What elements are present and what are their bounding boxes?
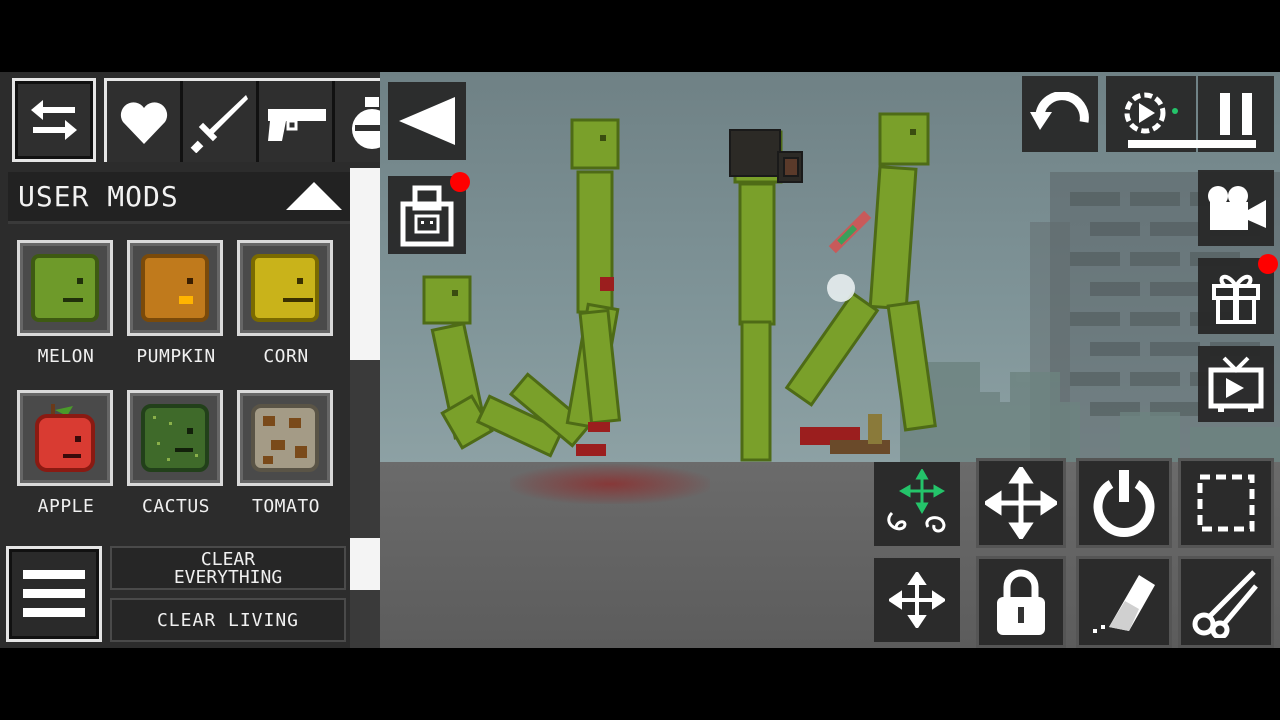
item-corn[interactable]: CORN [228, 232, 338, 382]
pumpkin-thumbnail [127, 240, 223, 336]
pan-button[interactable] [874, 558, 960, 642]
menu-button[interactable] [6, 546, 102, 642]
undo-icon [1030, 92, 1089, 130]
drag-mode-icon [887, 469, 946, 533]
apple-thumbnail [17, 390, 113, 486]
shop-notification-dot [450, 172, 470, 192]
melon-icon [31, 254, 99, 322]
move-button[interactable] [976, 458, 1066, 548]
back-triangle-icon [399, 97, 455, 145]
hamburger-icon [23, 570, 85, 617]
camera-button[interactable] [1198, 170, 1274, 246]
tv-icon [1208, 356, 1264, 412]
sword-icon [190, 95, 248, 153]
apple-icon [35, 404, 95, 472]
item-label: CACTUS [141, 496, 211, 517]
tab-melee[interactable] [183, 81, 259, 162]
pumpkin-icon [141, 254, 209, 322]
tv-button[interactable] [1198, 346, 1274, 422]
game-screen: USER MODS MELON PUMPKIN CORN APPLE CACTU… [0, 72, 1280, 648]
back-button[interactable] [388, 82, 466, 160]
category-tabs [104, 78, 380, 162]
time-scale-bar[interactable] [1128, 140, 1256, 148]
corn-thumbnail [237, 240, 333, 336]
item-pumpkin[interactable]: PUMPKIN [118, 232, 228, 382]
tab-explosives[interactable] [335, 81, 380, 162]
heart-icon [120, 102, 167, 144]
lock-button[interactable] [976, 556, 1066, 648]
tomato-icon [251, 404, 319, 472]
gift-icon [1212, 274, 1260, 324]
item-apple[interactable]: APPLE [8, 382, 118, 532]
item-label: CORN [263, 346, 309, 367]
select-icon [1197, 474, 1255, 532]
item-cactus[interactable]: CACTUS [118, 382, 228, 532]
select-button[interactable] [1178, 458, 1274, 548]
clear-living-button[interactable]: CLEAR LIVING [110, 598, 346, 642]
cactus-thumbnail [127, 390, 223, 486]
item-label: TOMATO [251, 496, 321, 517]
cut-icon [1192, 570, 1258, 638]
power-icon [1093, 470, 1155, 537]
lock-icon [997, 569, 1045, 635]
gift-notification-dot [1258, 254, 1278, 274]
item-label: MELON [37, 346, 95, 367]
tab-firearms[interactable] [259, 81, 335, 162]
spawn-menu-panel: USER MODS MELON PUMPKIN CORN APPLE CACTU… [0, 72, 380, 648]
grenade-icon [351, 97, 380, 149]
tomato-thumbnail [237, 390, 333, 486]
clear-everything-button[interactable]: CLEAR EVERYTHING [110, 546, 346, 590]
item-grid: MELON PUMPKIN CORN APPLE CACTUS TOMATO [8, 232, 350, 538]
tab-health[interactable] [107, 81, 183, 162]
item-label: PUMPKIN [136, 346, 216, 367]
undo-button[interactable] [1022, 76, 1098, 152]
swap-category-button[interactable] [12, 78, 96, 162]
drag-mode-button[interactable] [874, 462, 960, 546]
power-button[interactable] [1076, 458, 1172, 548]
melon-thumbnail [17, 240, 113, 336]
eraser-icon [1093, 575, 1155, 633]
shop-bag-icon [400, 185, 454, 247]
item-tomato[interactable]: TOMATO [228, 382, 338, 532]
swap-arrows-icon [31, 100, 77, 140]
sandbox-scene[interactable] [380, 72, 1280, 648]
pan-icon [889, 572, 945, 628]
user-mods-title: USER MODS [18, 180, 179, 213]
item-label: APPLE [37, 496, 95, 517]
cactus-icon [141, 404, 209, 472]
pistol-icon [267, 109, 326, 141]
clear-everything-line2: EVERYTHING [173, 567, 283, 588]
pause-icon [1220, 93, 1252, 135]
item-melon[interactable]: MELON [8, 232, 118, 382]
corn-icon [251, 254, 319, 322]
camera-icon [1208, 186, 1266, 230]
cut-button[interactable] [1178, 556, 1274, 648]
user-mods-header[interactable]: USER MODS [8, 172, 350, 224]
chevron-up-icon[interactable] [284, 180, 344, 214]
item-scrollbar-thumb[interactable] [350, 168, 380, 360]
slow-motion-icon [1124, 92, 1178, 134]
clear-living-label: CLEAR LIVING [156, 609, 300, 631]
bottom-scrollbar-thumb[interactable] [350, 538, 380, 590]
move-icon [985, 467, 1057, 539]
eraser-button[interactable] [1076, 556, 1172, 648]
